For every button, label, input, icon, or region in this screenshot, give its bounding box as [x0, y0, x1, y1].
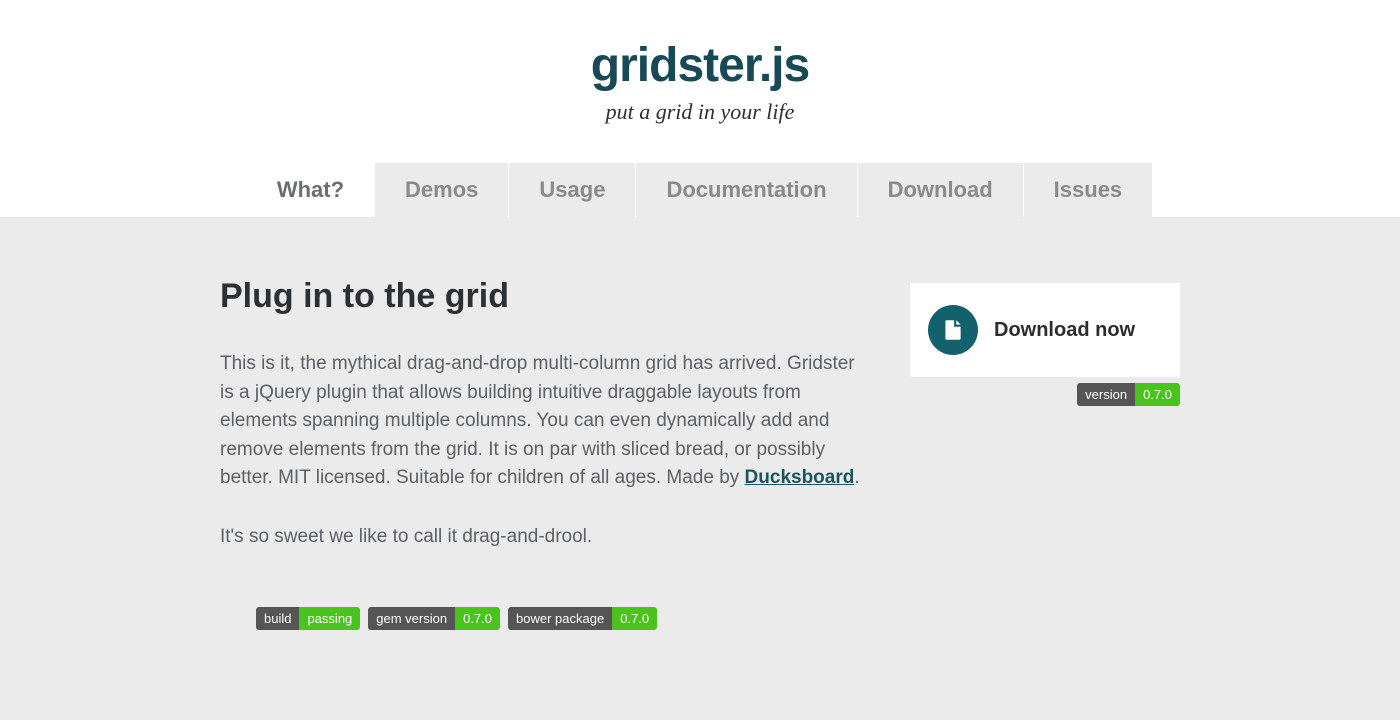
- tagline: put a grid in your life: [0, 99, 1400, 125]
- status-badge: buildpassing: [256, 607, 360, 630]
- nav-tab-what[interactable]: What?: [247, 163, 375, 217]
- intro-paragraph-1: This is it, the mythical drag-and-drop m…: [220, 350, 870, 493]
- intro-paragraph-2: It's so sweet we like to call it drag-an…: [220, 523, 870, 552]
- status-badge: bower package0.7.0: [508, 607, 657, 630]
- download-label: Download now: [994, 319, 1135, 342]
- version-badge-label: version: [1077, 383, 1135, 406]
- main-nav: What?DemosUsageDocumentationDownloadIssu…: [0, 163, 1400, 217]
- intro-text-post: .: [854, 467, 859, 488]
- download-button[interactable]: ZIP Download now: [910, 283, 1180, 377]
- status-badges-row: buildpassinggem version0.7.0bower packag…: [220, 607, 870, 630]
- site-header: gridster.js put a grid in your life What…: [0, 0, 1400, 217]
- badge-label: gem version: [368, 607, 455, 630]
- section-heading: Plug in to the grid: [220, 277, 870, 316]
- badge-value: passing: [299, 607, 360, 630]
- version-badge-value: 0.7.0: [1135, 383, 1180, 406]
- status-badge: gem version0.7.0: [368, 607, 500, 630]
- nav-tab-download[interactable]: Download: [858, 163, 1024, 217]
- nav-tab-documentation[interactable]: Documentation: [636, 163, 857, 217]
- nav-tab-demos[interactable]: Demos: [375, 163, 509, 217]
- badge-value: 0.7.0: [455, 607, 500, 630]
- site-title: gridster.js: [0, 38, 1400, 93]
- ducksboard-link[interactable]: Ducksboard: [745, 467, 855, 488]
- nav-tab-issues[interactable]: Issues: [1024, 163, 1154, 217]
- badge-label: build: [256, 607, 299, 630]
- svg-text:ZIP: ZIP: [951, 331, 958, 336]
- badge-label: bower package: [508, 607, 612, 630]
- nav-tab-usage[interactable]: Usage: [509, 163, 636, 217]
- download-column: ZIP Download now version 0.7.0: [910, 277, 1180, 630]
- version-badge: version 0.7.0: [1077, 383, 1180, 406]
- zip-icon: ZIP: [928, 305, 978, 355]
- badge-value: 0.7.0: [612, 607, 657, 630]
- intro-column: Plug in to the grid This is it, the myth…: [220, 277, 870, 630]
- main-content: Plug in to the grid This is it, the myth…: [200, 217, 1200, 670]
- version-badge-wrap: version 0.7.0: [910, 383, 1180, 406]
